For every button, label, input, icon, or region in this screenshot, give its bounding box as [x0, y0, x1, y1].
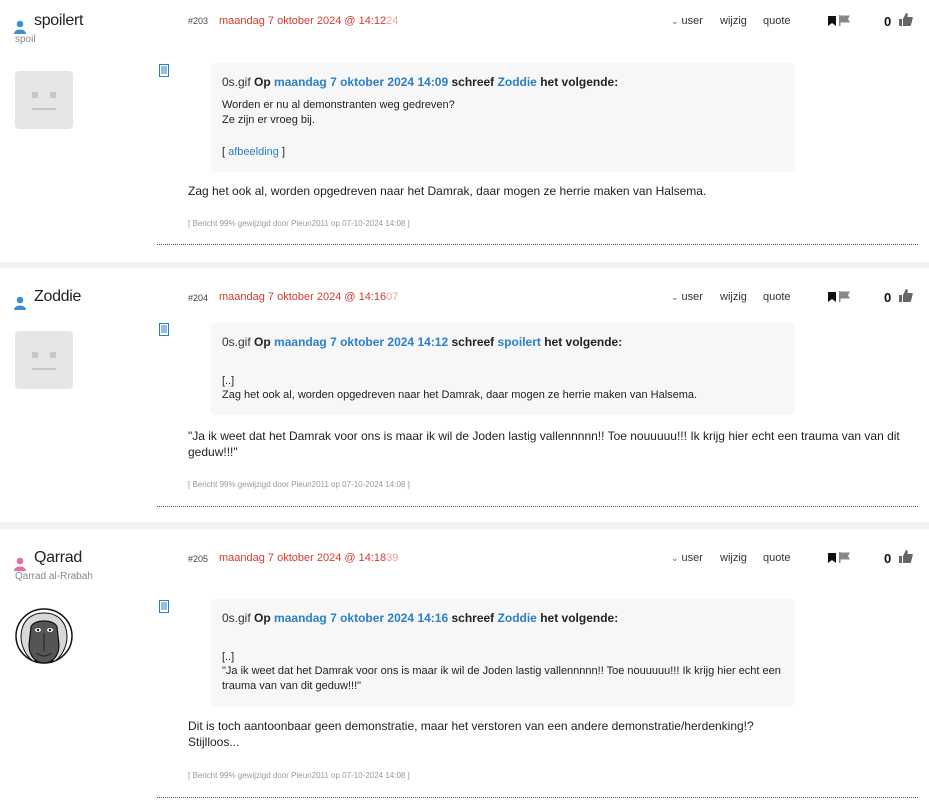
quote-line: Zag het ook al, worden opgedreven naar h… — [222, 389, 698, 401]
bookmark-icon[interactable] — [828, 292, 836, 302]
edit-button[interactable]: wijzig — [720, 552, 747, 564]
edit-note: [ Bericht 99% gewijzigd door Pleun2011 o… — [188, 480, 410, 489]
user-menu-button[interactable]: ⌄ user — [671, 552, 703, 564]
document-icon[interactable] — [159, 323, 169, 336]
vote-score: 0 — [884, 290, 892, 305]
post: spoilert spoil #203 maandag 7 oktober 20… — [0, 0, 929, 262]
edit-note: [ Bericht 99% gewijzigd door Pleun2011 o… — [188, 771, 410, 780]
quote-button[interactable]: quote — [763, 552, 791, 564]
edit-button[interactable]: wijzig — [720, 291, 747, 303]
baboon-avatar-icon — [15, 608, 73, 664]
quote-header: 0s.gif Op maandag 7 oktober 2024 14:09 s… — [222, 75, 619, 89]
quote-block: 0s.gif Op maandag 7 oktober 2024 14:16 s… — [210, 599, 795, 707]
post-text: Dit is toch aantoonbaar geen demonstrati… — [188, 719, 754, 733]
user-subtitle: Qarrad al-Rrabah — [15, 571, 93, 582]
post: Zoddie #204 maandag 7 oktober 2024 @ 14:… — [0, 268, 929, 522]
post-number[interactable]: #204 — [188, 293, 208, 303]
quote-image-icon: 0s.gif — [222, 75, 251, 89]
edit-note: [ Bericht 99% gewijzigd door Pleun2011 o… — [188, 219, 410, 228]
bookmark-icon[interactable] — [828, 16, 836, 26]
bookmark-icon[interactable] — [828, 553, 836, 563]
quote-author-link[interactable]: Zoddie — [498, 75, 537, 89]
quote-date-link[interactable]: maandag 7 oktober 2024 14:09 — [274, 75, 448, 89]
user-menu-button[interactable]: ⌄ user — [671, 291, 703, 303]
quote-image-icon: 0s.gif — [222, 611, 251, 625]
quote-line: Ze zijn er vroeg bij. — [222, 114, 315, 126]
username[interactable]: Qarrad — [34, 549, 82, 567]
post-text: geduw!!!" — [188, 445, 238, 459]
avatar[interactable] — [15, 607, 73, 665]
divider — [157, 797, 918, 798]
flag-icon[interactable] — [839, 15, 851, 26]
post-date[interactable]: maandag 7 oktober 2024 @ 14:1224 — [219, 15, 398, 27]
quote-author-link[interactable]: Zoddie — [498, 611, 537, 625]
thumbs-up-icon[interactable] — [899, 13, 913, 26]
quote-line: [..] — [222, 375, 235, 387]
quote-image-icon: 0s.gif — [222, 335, 251, 349]
user-icon — [14, 557, 26, 571]
thumbs-up-icon[interactable] — [899, 550, 913, 563]
post-number[interactable]: #205 — [188, 554, 208, 564]
quote-author-link[interactable]: spoilert — [498, 335, 541, 349]
quote-button[interactable]: quote — [763, 15, 791, 27]
user-icon — [14, 20, 26, 34]
quote-line: [..] — [222, 651, 235, 663]
username[interactable]: Zoddie — [34, 288, 81, 306]
flag-icon[interactable] — [839, 552, 851, 563]
divider — [157, 506, 918, 507]
thumbs-up-icon[interactable] — [899, 289, 913, 302]
document-icon[interactable] — [159, 64, 169, 77]
flag-icon[interactable] — [839, 291, 851, 302]
post-text: Stijlloos... — [188, 735, 240, 749]
post-text: "Ja ik weet dat het Damrak voor ons is m… — [188, 429, 900, 443]
quote-block: 0s.gif Op maandag 7 oktober 2024 14:09 s… — [210, 63, 795, 172]
quote-line: Worden er nu al demonstranten weg gedrev… — [222, 99, 455, 111]
quote-header: 0s.gif Op maandag 7 oktober 2024 14:12 s… — [222, 335, 623, 349]
post-date[interactable]: maandag 7 oktober 2024 @ 14:1839 — [219, 552, 398, 564]
vote-score: 0 — [884, 14, 892, 29]
quote-line: "Ja ik weet dat het Damrak voor ons is m… — [222, 665, 781, 677]
user-menu-button[interactable]: ⌄ user — [671, 15, 703, 27]
chevron-down-icon: ⌄ — [671, 292, 679, 302]
post-number[interactable]: #203 — [188, 16, 208, 26]
chevron-down-icon: ⌄ — [671, 553, 679, 563]
post-text: Zag het ook al, worden opgedreven naar h… — [188, 184, 707, 198]
quote-button[interactable]: quote — [763, 291, 791, 303]
quote-date-link[interactable]: maandag 7 oktober 2024 14:12 — [274, 335, 448, 349]
divider — [157, 244, 918, 245]
post-date[interactable]: maandag 7 oktober 2024 @ 14:1607 — [219, 291, 398, 303]
edit-button[interactable]: wijzig — [720, 15, 747, 27]
user-subtitle: spoil — [15, 34, 36, 45]
quote-image-link: [ afbeelding ] — [222, 146, 286, 158]
vote-score: 0 — [884, 551, 892, 566]
user-icon — [14, 296, 26, 310]
image-link[interactable]: afbeelding — [228, 146, 279, 158]
quote-header: 0s.gif Op maandag 7 oktober 2024 14:16 s… — [222, 611, 619, 625]
post: Qarrad Qarrad al-Rrabah #205 maandag 7 o… — [0, 529, 929, 800]
avatar[interactable] — [15, 331, 73, 389]
avatar[interactable] — [15, 71, 73, 129]
username[interactable]: spoilert — [34, 12, 83, 30]
quote-block: 0s.gif Op maandag 7 oktober 2024 14:12 s… — [210, 323, 795, 415]
document-icon[interactable] — [159, 600, 169, 613]
chevron-down-icon: ⌄ — [671, 16, 679, 26]
quote-date-link[interactable]: maandag 7 oktober 2024 14:16 — [274, 611, 448, 625]
quote-line: trauma van van dit geduw!!!" — [222, 680, 362, 692]
